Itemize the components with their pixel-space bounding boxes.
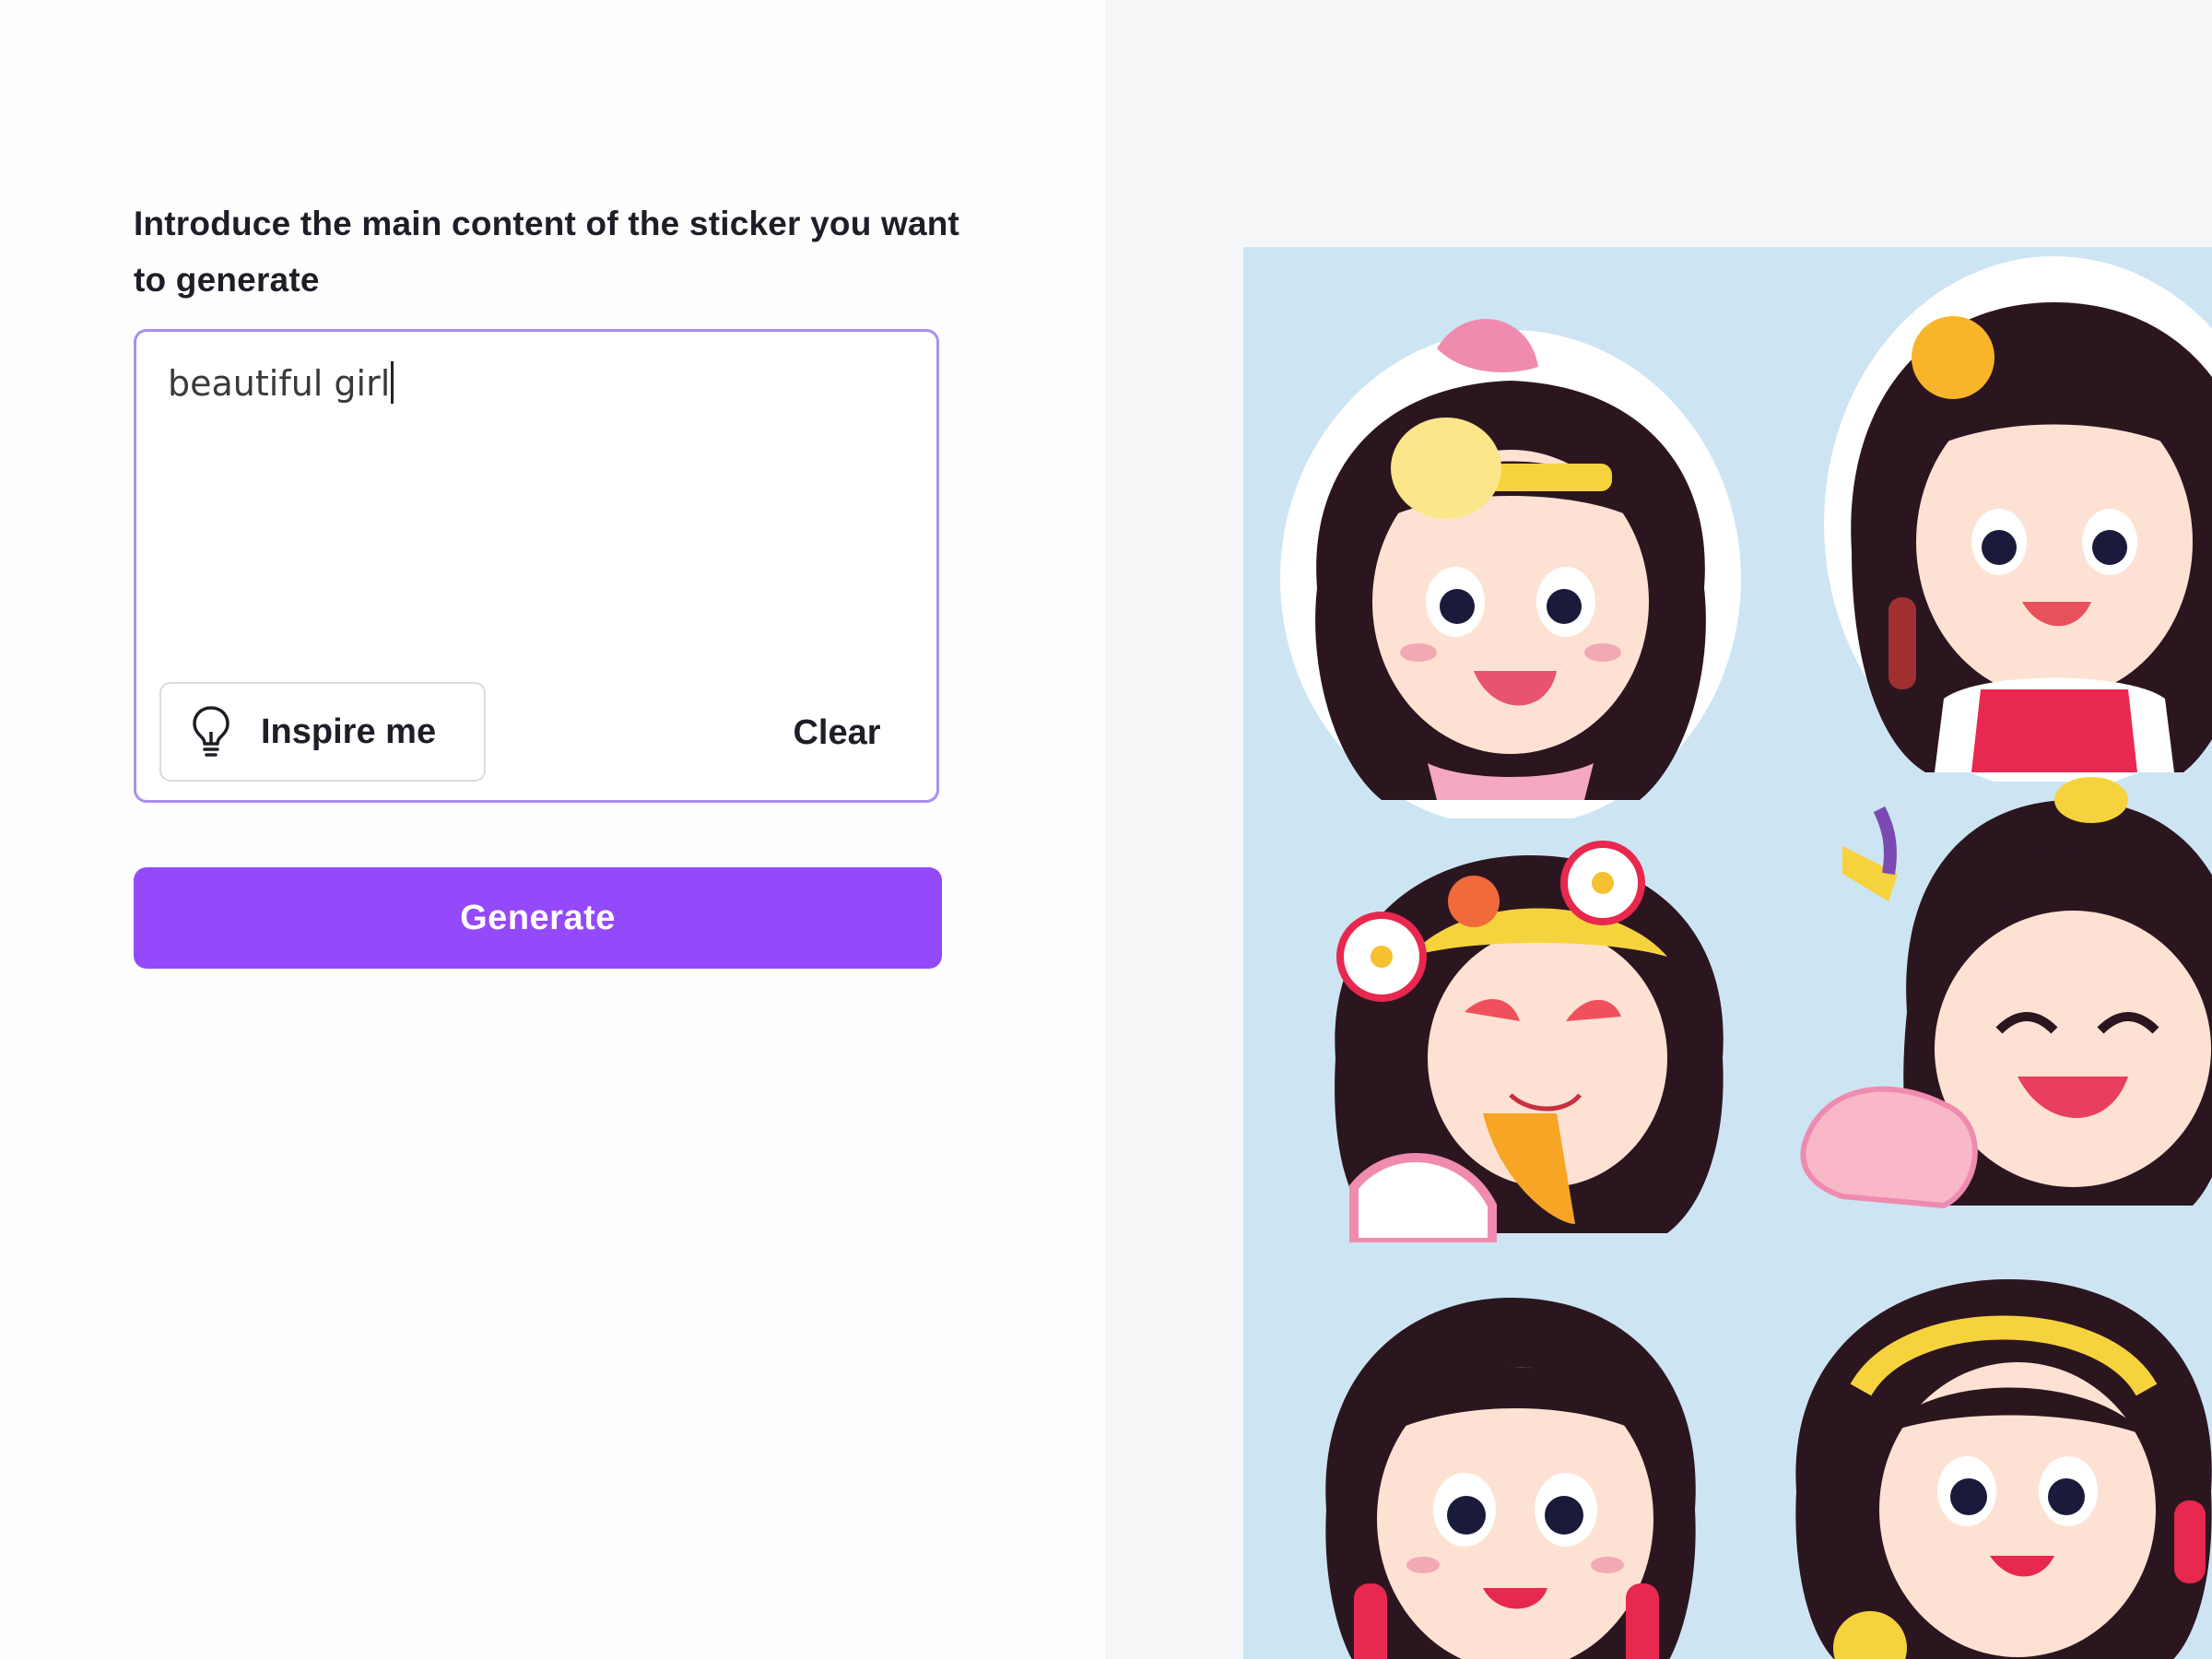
inspire-me-button[interactable]: Inspire me	[159, 682, 486, 782]
prompt-label: Introduce the main content of the sticke…	[134, 205, 960, 299]
prompt-panel: Introduce the main content of the sticke…	[0, 0, 1105, 1659]
prompt-textarea-value[interactable]: beautiful girl	[168, 361, 394, 404]
preview-panel	[1105, 0, 2212, 1659]
sticker-preview-image	[1243, 247, 2212, 1659]
clear-button[interactable]: Clear	[763, 700, 911, 765]
sticker-girl-yellow-flower-red-dress	[1824, 256, 2212, 782]
sticker-girl-flower-crown-smiling	[1280, 318, 1741, 818]
sticker-girl-laughing-eyes-closed	[1800, 777, 2212, 1209]
prompt-textarea[interactable]: beautiful girl Inspire me Clear	[134, 329, 939, 803]
lightbulb-icon	[193, 706, 229, 757]
prompt-text: beautiful girl	[168, 363, 391, 404]
sticker-generator-app: Introduce the main content of the sticke…	[0, 0, 2212, 1659]
generate-button[interactable]: Generate	[134, 867, 942, 969]
sticker-girl-yellow-headband-smiling	[1795, 1279, 2212, 1659]
sticker-girl-open-mouth	[1325, 1298, 1696, 1659]
sticker-girl-flowers-eyes-closed	[1335, 841, 1724, 1242]
inspire-me-label: Inspire me	[261, 712, 437, 751]
text-caret	[391, 361, 394, 404]
